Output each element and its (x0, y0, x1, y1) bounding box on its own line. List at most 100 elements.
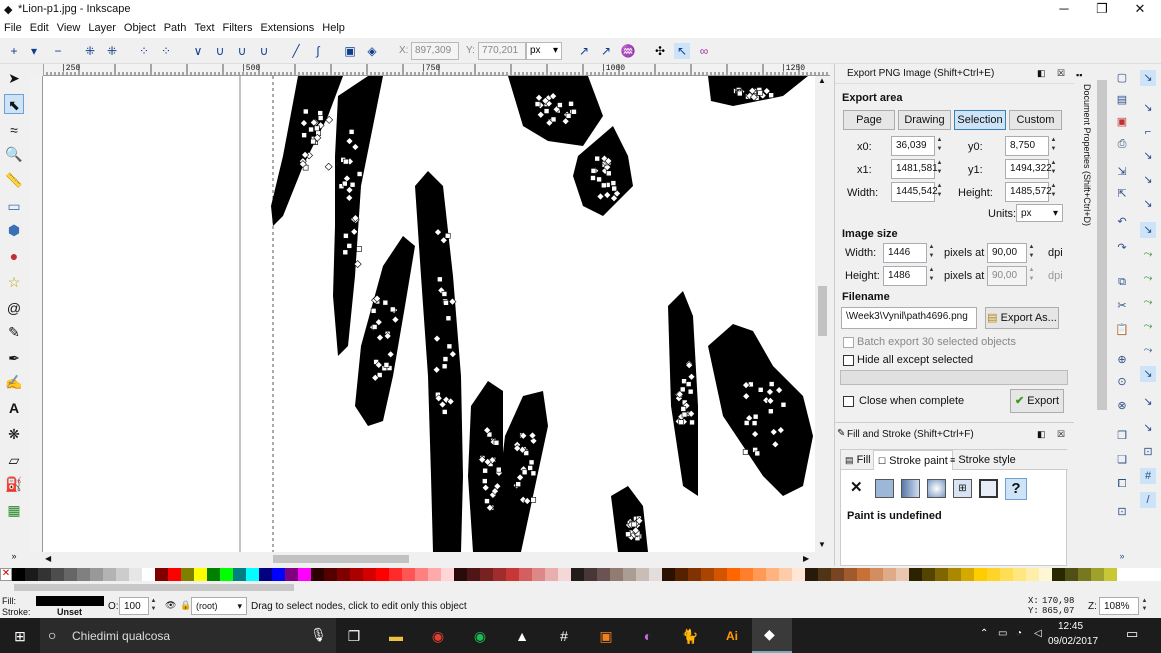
color-swatch[interactable] (493, 568, 506, 581)
height-spin-arrows[interactable]: ▲ ▼ (1049, 182, 1058, 202)
color-swatch[interactable] (753, 568, 766, 581)
lpe-icon[interactable]: ∞ (696, 43, 712, 59)
fill-indicator[interactable] (36, 596, 104, 606)
object-to-path-icon[interactable]: ▣ (342, 43, 358, 59)
color-swatch[interactable] (688, 568, 701, 581)
color-swatch[interactable] (805, 568, 818, 581)
unlink-clone-icon[interactable]: ⧠ (1114, 476, 1130, 492)
color-swatch[interactable] (77, 568, 90, 581)
color-swatch[interactable] (480, 568, 493, 581)
path-node-handle[interactable] (596, 176, 602, 183)
color-swatch[interactable] (922, 568, 935, 581)
path-node-handle[interactable] (610, 180, 617, 186)
color-swatch[interactable] (363, 568, 376, 581)
export-area-selection-button[interactable]: Selection (954, 110, 1006, 130)
color-swatch[interactable] (168, 568, 181, 581)
x1-spin-arrows[interactable]: ▲ ▼ (935, 159, 944, 179)
star-tool-icon[interactable]: ☆ (4, 272, 24, 292)
path-node-handle[interactable] (780, 401, 787, 408)
color-swatch[interactable] (610, 568, 623, 581)
path-node-handle[interactable] (493, 439, 500, 446)
path-node-handle[interactable] (521, 469, 528, 476)
path-node-handle[interactable] (605, 170, 612, 177)
color-swatch[interactable] (1065, 568, 1078, 581)
path-node-handle[interactable] (565, 112, 572, 119)
x0-input[interactable]: 36,039 (891, 136, 935, 156)
color-swatch[interactable] (571, 568, 584, 581)
panel-scroll-thumb[interactable] (1097, 80, 1107, 410)
path-node-handle[interactable] (495, 466, 502, 473)
color-swatch[interactable] (1000, 568, 1013, 581)
snap-toggle-icon[interactable]: ↘ (1140, 70, 1156, 86)
color-swatch[interactable] (194, 568, 207, 581)
color-swatch[interactable] (909, 568, 922, 581)
path-node-handle[interactable] (550, 116, 557, 123)
tray-up-icon[interactable]: ⌃ (980, 628, 988, 639)
path-node-handle[interactable] (568, 101, 574, 107)
import-icon[interactable]: ⇲ (1114, 164, 1130, 180)
pattern-icon[interactable]: ⊞ (953, 479, 972, 498)
flat-color-icon[interactable] (875, 479, 894, 498)
menu-layer[interactable]: Layer (84, 20, 120, 34)
search-box[interactable]: ○ Chiedimi qualcosa 🎙 (40, 618, 336, 653)
x1-input[interactable]: 1481,581 (891, 159, 938, 179)
maximize-button[interactable]: ❐ (1083, 0, 1121, 20)
lion-mane-stroke[interactable] (271, 76, 343, 226)
snap-nodes-icon[interactable]: ↘ (1140, 222, 1156, 238)
app-f-icon[interactable]: ▣ (594, 624, 618, 648)
export-area-drawing-button[interactable]: Drawing (898, 110, 951, 130)
path-node-handle[interactable] (302, 108, 309, 115)
y0-input[interactable]: 8,750 (1005, 136, 1049, 156)
node-cusp-icon[interactable]: ∨ (190, 43, 206, 59)
snap-cusp-nodes-icon[interactable]: ⤳ (1140, 294, 1156, 310)
color-swatch[interactable] (1052, 568, 1065, 581)
no-color-swatch[interactable]: ✕ (0, 568, 12, 581)
volume-icon[interactable]: ◁ (1034, 628, 1042, 639)
path-node-handle[interactable] (754, 450, 761, 457)
export-button[interactable]: ✔ Export (1010, 389, 1064, 413)
path-node-handle[interactable] (308, 126, 314, 133)
cut-icon[interactable]: ✂ (1114, 298, 1130, 314)
path-node-handle[interactable] (342, 158, 349, 165)
color-swatch[interactable] (233, 568, 246, 581)
break-path-icon[interactable]: ⁜ (104, 43, 120, 59)
path-node-handle[interactable] (370, 308, 377, 314)
segment-line-icon[interactable]: ╱ (288, 43, 304, 59)
snap-midpoints-icon[interactable]: ⤳ (1140, 342, 1156, 358)
path-node-handle[interactable] (527, 465, 533, 471)
path-node-handle[interactable] (482, 478, 488, 484)
image-width-spin-arrows[interactable]: ▲ ▼ (927, 243, 936, 263)
color-swatch[interactable] (155, 568, 168, 581)
path-node-handle[interactable] (679, 386, 686, 393)
palette-scroll-thumb[interactable] (14, 584, 294, 591)
dpi-width-input[interactable]: 90,00 (987, 243, 1027, 263)
zoom-input[interactable]: 108% (1099, 597, 1139, 615)
eraser-tool-icon[interactable]: ▱ (4, 450, 24, 470)
dropdown-icon[interactable]: ▾ (26, 43, 42, 59)
zoom-drawing-icon[interactable]: ⊙ (1114, 374, 1130, 390)
lion-mane-stroke[interactable] (708, 324, 813, 496)
horizontal-scrollbar[interactable]: ◀ ▶ (43, 552, 815, 566)
area-height-input[interactable]: 1485,572 (1005, 182, 1052, 202)
color-swatch[interactable] (701, 568, 714, 581)
color-swatch[interactable] (1104, 568, 1117, 581)
color-swatch[interactable] (298, 568, 311, 581)
path-node-handle[interactable] (534, 101, 541, 107)
export-area-page-button[interactable]: Page (843, 110, 895, 130)
menu-view[interactable]: View (53, 20, 85, 34)
path-node-handle[interactable] (515, 481, 521, 487)
color-swatch[interactable] (324, 568, 337, 581)
duplicate-icon[interactable]: ❐ (1114, 428, 1130, 444)
path-node-handle[interactable] (445, 315, 452, 322)
color-swatch[interactable] (285, 568, 298, 581)
collapse-icon[interactable]: ▪▪ (1076, 70, 1082, 80)
color-swatch[interactable] (1078, 568, 1091, 581)
color-swatch[interactable] (90, 568, 103, 581)
color-swatch[interactable] (246, 568, 259, 581)
chrome-icon[interactable]: ◉ (426, 624, 450, 648)
path-node-handle[interactable] (689, 419, 695, 426)
color-swatch[interactable] (584, 568, 597, 581)
y0-spin-arrows[interactable]: ▲ ▼ (1049, 136, 1058, 156)
snap-centers-icon[interactable]: ↘ (1140, 366, 1156, 382)
spray-tool-icon[interactable]: ❋ (4, 424, 24, 444)
